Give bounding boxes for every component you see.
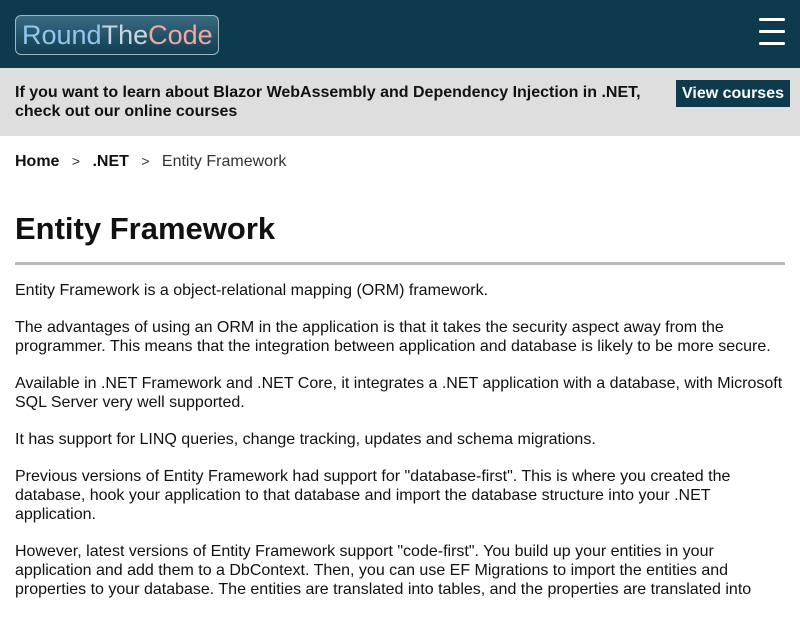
logo-text-code: Code: [148, 19, 213, 50]
breadcrumb: Home > .NET > Entity Framework: [15, 152, 286, 171]
menu-bar-bottom: [759, 42, 785, 45]
article-paragraph: It has support for LINQ queries, change …: [15, 431, 596, 448]
menu-bar-middle: [759, 30, 785, 33]
breadcrumb-dotnet-link[interactable]: .NET: [92, 153, 128, 170]
hamburger-menu-icon[interactable]: [759, 18, 785, 46]
breadcrumb-separator: >: [141, 153, 150, 169]
promo-banner: If you want to learn about Blazor WebAss…: [0, 68, 800, 136]
article-body: Entity Framework is a object-relational …: [15, 281, 790, 617]
promo-text: If you want to learn about Blazor WebAss…: [15, 84, 641, 120]
site-header: Round The Code: [0, 0, 800, 68]
logo-text-the: The: [101, 19, 149, 50]
title-divider: [15, 262, 785, 265]
page-title: Entity Framework: [15, 211, 276, 246]
view-courses-button[interactable]: View courses: [676, 80, 790, 107]
article-paragraph: Previous versions of Entity Framework ha…: [15, 468, 731, 523]
site-logo[interactable]: Round The Code: [15, 15, 219, 55]
article-paragraph: Entity Framework is a object-relational …: [15, 282, 489, 299]
breadcrumb-separator: >: [71, 153, 81, 169]
article-paragraph: However, latest versions of Entity Frame…: [15, 543, 752, 598]
article-paragraph: Available in .NET Framework and .NET Cor…: [15, 375, 783, 411]
logo-text-round: Round: [22, 19, 102, 50]
menu-bar-top: [759, 18, 785, 21]
article-paragraph: The advantages of using an ORM in the ap…: [15, 319, 771, 355]
breadcrumb-home-link[interactable]: Home: [15, 153, 59, 170]
breadcrumb-current: Entity Framework: [161, 153, 287, 170]
